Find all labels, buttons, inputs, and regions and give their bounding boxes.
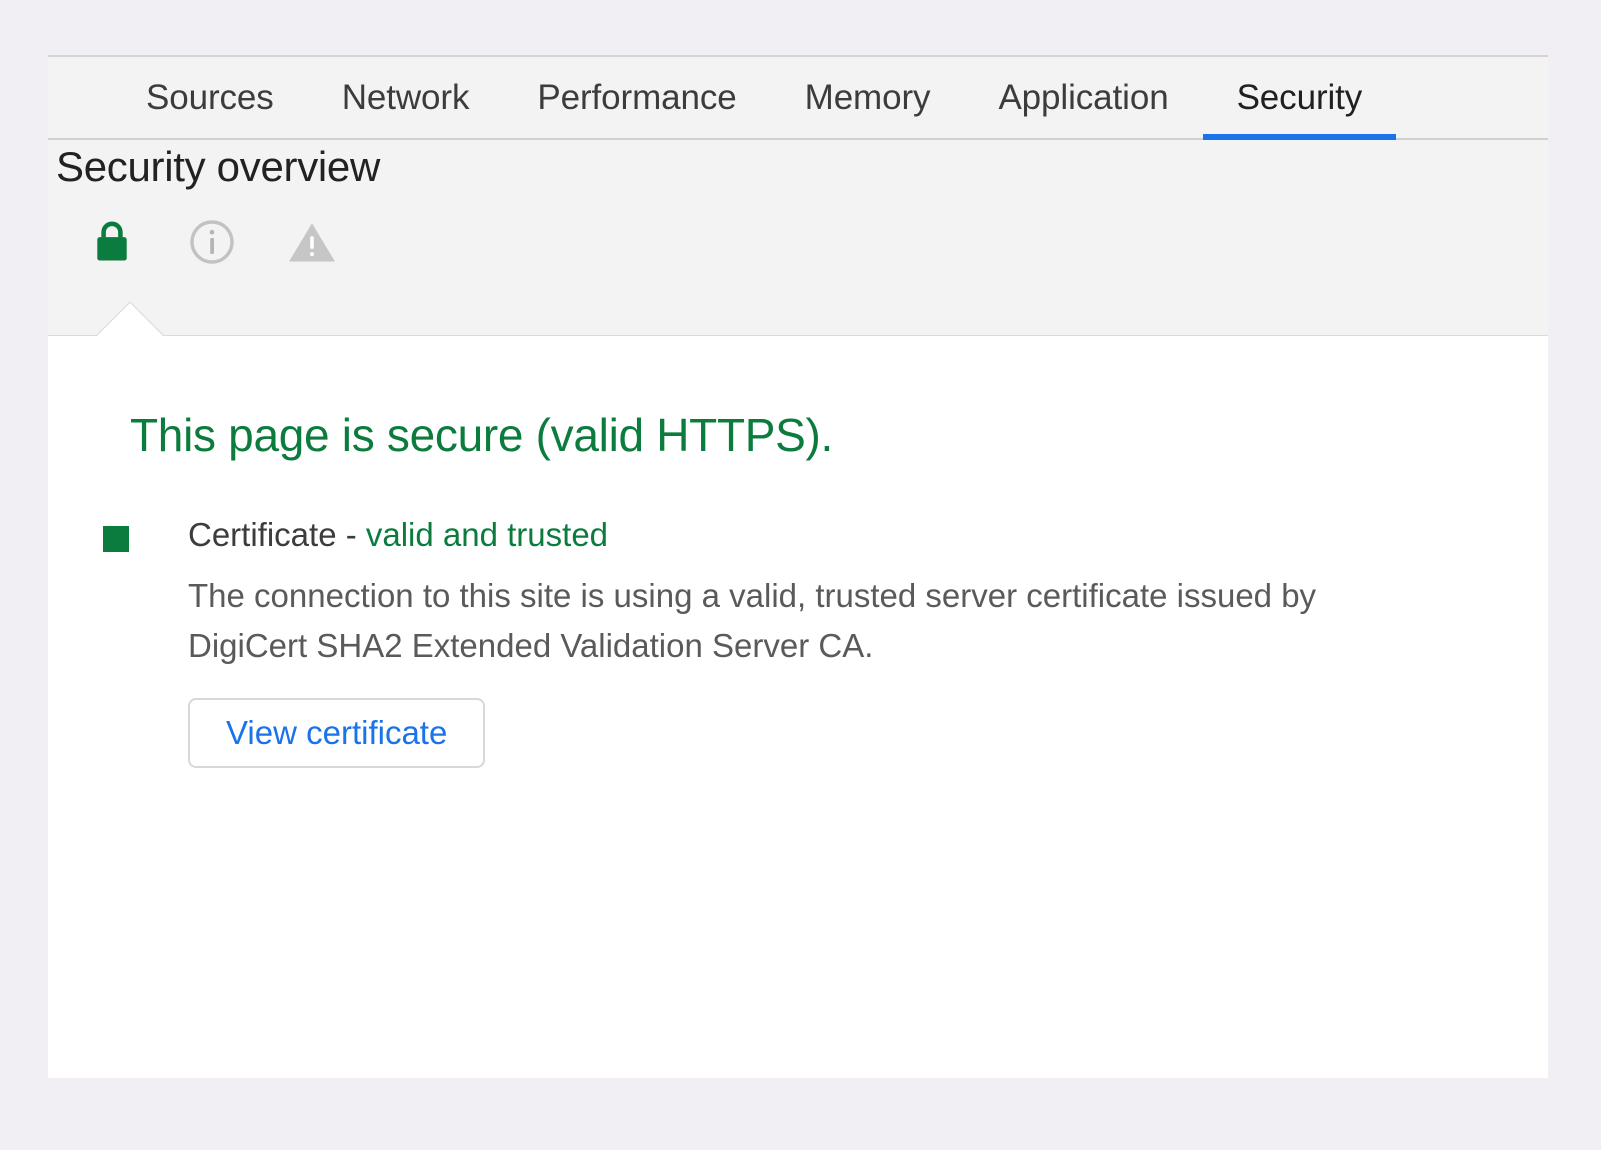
tab-label: Sources bbox=[146, 78, 274, 118]
warning-icon-button[interactable] bbox=[262, 214, 362, 270]
certificate-state: valid and trusted bbox=[366, 516, 608, 553]
selected-state-pointer bbox=[96, 302, 164, 336]
tab-memory[interactable]: Memory bbox=[771, 57, 965, 138]
tab-label: Performance bbox=[537, 78, 736, 118]
tab-network[interactable]: Network bbox=[308, 57, 504, 138]
info-icon bbox=[188, 218, 236, 266]
tab-sources[interactable]: Sources bbox=[112, 57, 308, 138]
warning-icon bbox=[287, 219, 337, 265]
certificate-title: Certificate - valid and trusted bbox=[188, 514, 1548, 555]
tab-label: Application bbox=[998, 78, 1168, 118]
security-state-icon-row bbox=[48, 214, 1548, 270]
page-title: Security overview bbox=[48, 144, 1548, 190]
tab-security[interactable]: Security bbox=[1203, 57, 1397, 138]
lock-icon bbox=[91, 218, 133, 266]
view-certificate-button[interactable]: View certificate bbox=[188, 698, 485, 768]
tab-performance[interactable]: Performance bbox=[503, 57, 770, 138]
status-square-icon bbox=[103, 526, 129, 552]
certificate-description: The connection to this site is using a v… bbox=[188, 571, 1443, 671]
explanation-certificate: Certificate - valid and trusted The conn… bbox=[48, 514, 1548, 768]
security-overview-header: Security overview bbox=[48, 140, 1548, 336]
devtools-tab-bar: Sources Network Performance Memory Appli… bbox=[48, 55, 1548, 140]
tab-label: Memory bbox=[805, 78, 931, 118]
lock-icon-button[interactable] bbox=[62, 214, 162, 270]
certificate-label: Certificate - bbox=[188, 516, 366, 553]
security-main-view: This page is secure (valid HTTPS). Certi… bbox=[48, 336, 1548, 1076]
tab-label: Security bbox=[1237, 78, 1363, 118]
tab-list: Sources Network Performance Memory Appli… bbox=[48, 57, 1548, 138]
tab-label: Network bbox=[342, 78, 470, 118]
devtools-panel: Sources Network Performance Memory Appli… bbox=[48, 55, 1548, 1078]
info-icon-button[interactable] bbox=[162, 214, 262, 270]
security-summary-heading: This page is secure (valid HTTPS). bbox=[48, 336, 1548, 462]
tab-application[interactable]: Application bbox=[964, 57, 1202, 138]
